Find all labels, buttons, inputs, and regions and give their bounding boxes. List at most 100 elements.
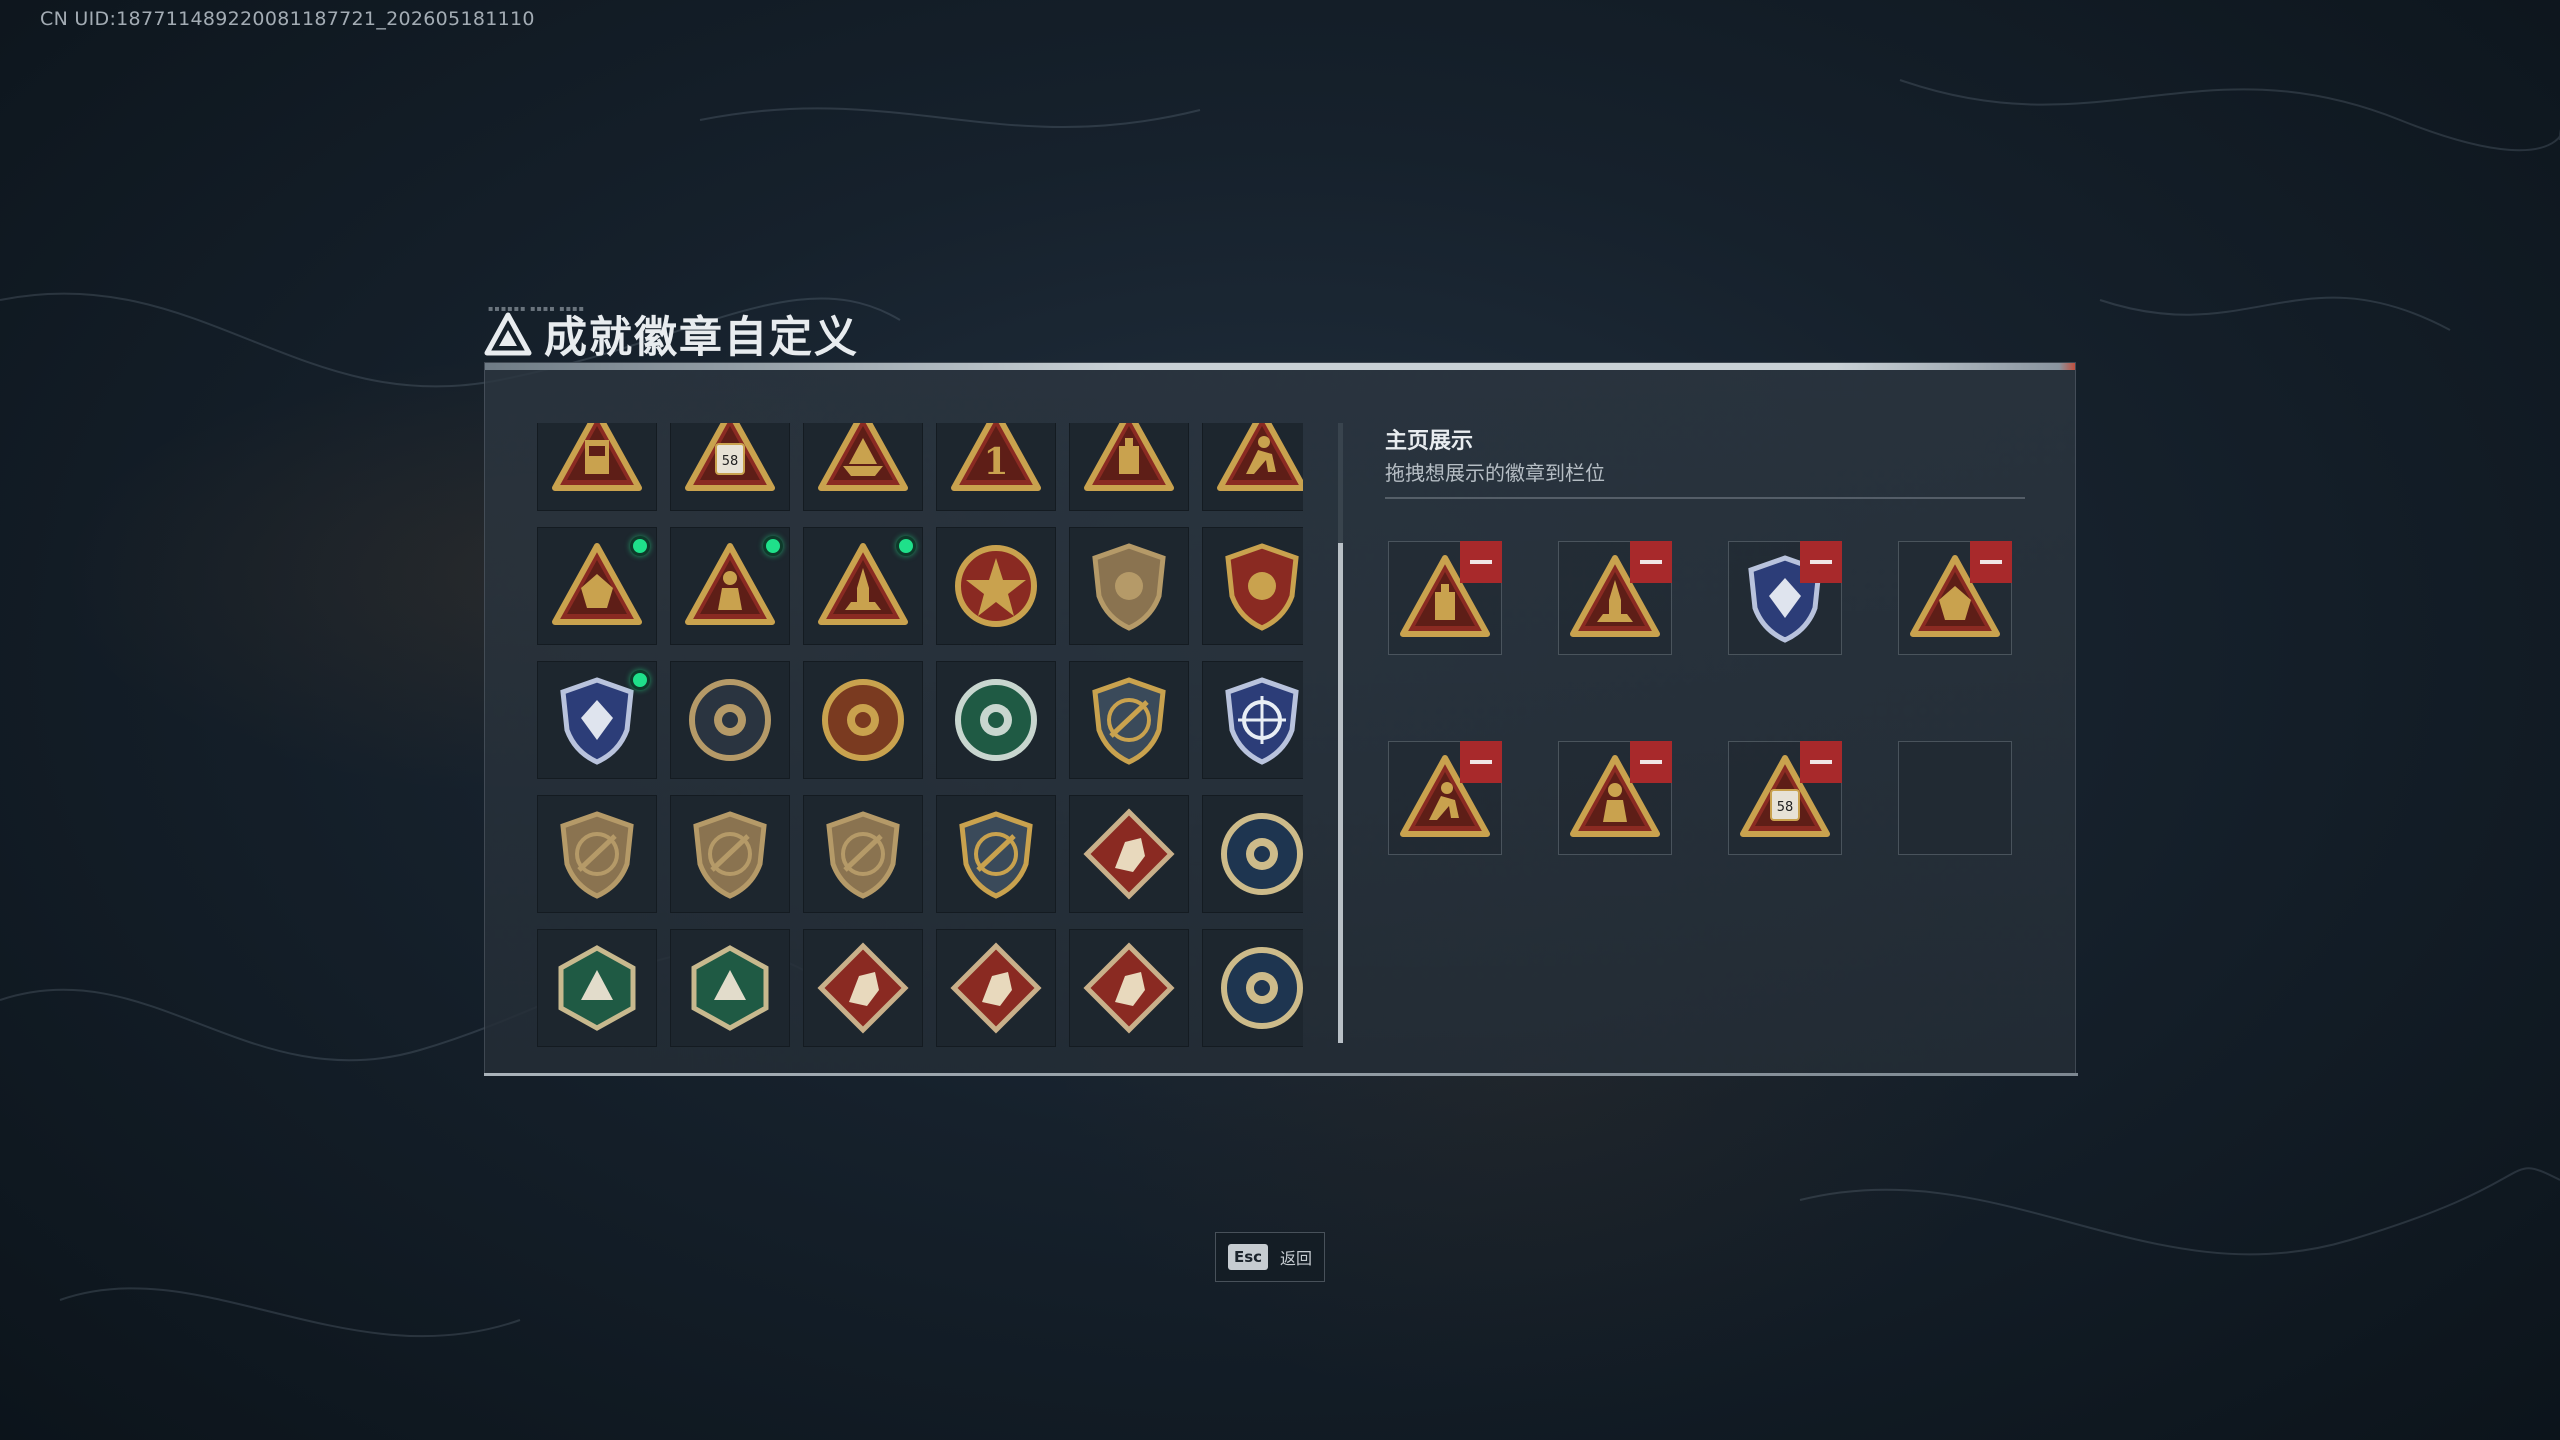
badge-cell[interactable] — [936, 527, 1056, 645]
badge-cell[interactable] — [537, 795, 657, 913]
minus-icon — [1980, 560, 2002, 564]
badge-cell[interactable] — [803, 795, 923, 913]
red-runner-diamond-badge-icon — [1083, 942, 1175, 1034]
remove-badge-button[interactable] — [1970, 541, 2012, 583]
badge-cell[interactable] — [803, 423, 923, 511]
badge-cell[interactable] — [1202, 929, 1303, 1047]
badge-cell[interactable] — [1202, 795, 1303, 913]
badge-cell[interactable] — [670, 527, 790, 645]
badge-cell[interactable] — [1069, 423, 1189, 511]
blue-crosshair-shield-badge-icon — [1225, 677, 1299, 765]
badge-cell[interactable] — [670, 661, 790, 779]
badge-cell[interactable] — [1069, 929, 1189, 1047]
red-star-round-badge-icon — [955, 545, 1037, 627]
delta-logo-icon — [484, 312, 532, 356]
green-gear-badge-icon — [955, 679, 1037, 761]
showcase-slots: 58 — [1388, 541, 2012, 855]
badge-cell[interactable]: 1 — [936, 423, 1056, 511]
badge-cell[interactable] — [803, 661, 923, 779]
badge-cell[interactable] — [936, 929, 1056, 1047]
badge-grid-scrollbar[interactable] — [1338, 423, 1343, 1043]
gold-triangle-crest-badge-icon — [552, 543, 642, 625]
badge-cell[interactable] — [1202, 423, 1303, 511]
badge-cell[interactable] — [670, 795, 790, 913]
showcase-title: 主页展示 — [1385, 429, 1474, 454]
gold-crossed-rifles-shield-badge-icon — [1092, 677, 1166, 765]
page-title-bar: 成就徽章自定义 — [484, 304, 859, 364]
badge-grid-viewport[interactable]: 58 1 — [537, 423, 1303, 1057]
new-indicator-dot — [763, 536, 783, 556]
gold-triangle-tank-badge-icon — [1084, 423, 1174, 491]
badge-cell[interactable] — [537, 423, 657, 511]
gold-rifles-shield-badge-icon — [959, 811, 1033, 899]
remove-badge-button[interactable] — [1630, 741, 1672, 783]
blue-shield-diamond-badge-icon — [560, 677, 634, 765]
page-title: 成就徽章自定义 — [544, 313, 859, 363]
badge-cell[interactable] — [1069, 527, 1189, 645]
badge-cell[interactable] — [936, 661, 1056, 779]
red-wolf-diamond-badge-icon — [1083, 808, 1175, 900]
badge-cell[interactable] — [803, 929, 923, 1047]
showcase-slot[interactable] — [1898, 541, 2012, 655]
gold-triangle-number-1-badge-icon: 1 — [951, 423, 1041, 491]
remove-badge-button[interactable] — [1630, 541, 1672, 583]
back-label: 返回 — [1280, 1249, 1313, 1268]
new-indicator-dot — [630, 670, 650, 690]
scroll-thumb[interactable] — [1338, 543, 1343, 1043]
minus-icon — [1640, 560, 1662, 564]
showcase-subtitle: 拖拽想展示的徽章到栏位 — [1385, 461, 1605, 485]
green-wasp-hexagon-badge-icon — [558, 945, 636, 1031]
showcase-divider — [1385, 497, 2025, 499]
gold-lion-round-badge-icon — [822, 679, 904, 761]
back-button[interactable]: Esc 返回 — [1215, 1232, 1325, 1282]
badge-cell[interactable]: 58 — [670, 423, 790, 511]
remove-badge-button[interactable] — [1460, 741, 1502, 783]
showcase-slot[interactable] — [1558, 741, 1672, 855]
svg-text:58: 58 — [722, 454, 739, 469]
remove-badge-button[interactable] — [1800, 741, 1842, 783]
showcase-slot[interactable] — [1558, 541, 1672, 655]
minus-icon — [1810, 560, 1832, 564]
showcase-slot[interactable]: 58 — [1728, 741, 1842, 855]
showcase-slot[interactable] — [1388, 541, 1502, 655]
remove-badge-button[interactable] — [1800, 541, 1842, 583]
red-gold-shield-badge-icon — [1225, 543, 1299, 631]
new-indicator-dot — [896, 536, 916, 556]
showcase-slot[interactable] — [1728, 541, 1842, 655]
svg-text:1: 1 — [983, 441, 1008, 483]
red-dragon-diamond-badge-icon — [950, 942, 1042, 1034]
red-dragon-diamond-badge-icon — [817, 942, 909, 1034]
blue-eagle-round-badge-icon — [1221, 813, 1303, 895]
badge-grid: 58 1 — [537, 423, 1303, 1047]
showcase-slot[interactable] — [1388, 741, 1502, 855]
showcase-slot-empty[interactable] — [1898, 741, 2012, 855]
green-hammer-hexagon-badge-icon — [691, 945, 769, 1031]
badge-cell[interactable] — [1069, 661, 1189, 779]
panel-bottom-line — [484, 1073, 2078, 1076]
gold-triangle-runner-badge-icon — [1217, 423, 1303, 491]
bronze-rifle-shield-badge-icon — [560, 811, 634, 899]
remove-badge-button[interactable] — [1460, 541, 1502, 583]
minus-icon — [1640, 760, 1662, 764]
badge-cell[interactable] — [537, 661, 657, 779]
panel-top-bar — [485, 363, 2075, 370]
svg-text:58: 58 — [1777, 800, 1794, 815]
minus-icon — [1470, 560, 1492, 564]
gold-triangle-tower-badge-icon — [552, 423, 642, 491]
gold-triangle-rocket-badge-icon — [818, 543, 908, 625]
bronze-rifle-shield-badge-icon — [693, 811, 767, 899]
uid-label: CN UID:18771148922008118772​1_2026051811… — [40, 8, 535, 30]
badge-cell[interactable] — [670, 929, 790, 1047]
bronze-shield-emblem-badge-icon — [1092, 543, 1166, 631]
badge-cell[interactable] — [537, 527, 657, 645]
badge-cell[interactable] — [936, 795, 1056, 913]
gold-triangle-soldier-badge-icon — [685, 543, 775, 625]
esc-key-icon: Esc — [1227, 1244, 1269, 1270]
bronze-round-skull-badge-icon — [689, 679, 771, 761]
badge-cell[interactable] — [803, 527, 923, 645]
badge-cell[interactable] — [1069, 795, 1189, 913]
badge-cell[interactable] — [1202, 661, 1303, 779]
badge-cell[interactable] — [1202, 527, 1303, 645]
badge-cell[interactable] — [537, 929, 657, 1047]
gold-triangle-boat-badge-icon — [818, 423, 908, 491]
